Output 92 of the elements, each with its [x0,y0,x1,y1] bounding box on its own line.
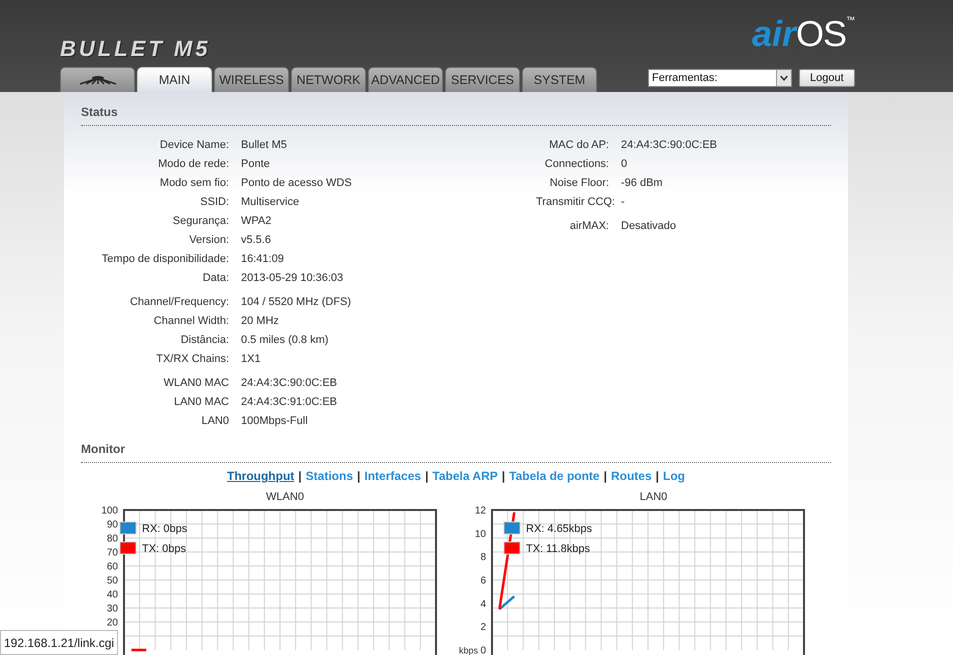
field-value: 16:41:09 [241,252,284,268]
tools-dropdown[interactable]: Ferramentas: [648,69,792,87]
field-label: LAN0 MAC [172,395,230,410]
field-label: Data: [202,271,230,286]
field-label: Tempo de disponibilidade: [100,252,230,268]
field-value: - [621,195,625,210]
field-label: Modo sem fio: [158,176,230,192]
monitor-link[interactable]: Tabela ARP [432,467,498,485]
field-label: Connections: [544,157,610,172]
y-axis-label: kbps [459,646,478,655]
field-value: Desativado [621,219,676,234]
field-label: TX/RX Chains: [155,352,230,368]
monitor-link[interactable]: Throughput [226,467,294,485]
field-value: Bullet M5 [241,138,287,154]
field-label: Channel Width: [152,314,230,330]
field-label: Channel/Frequency: [128,295,230,310]
link-separator: | [502,468,506,485]
link-separator: | [425,468,428,485]
legend-label: TX: 0bps [142,543,186,555]
y-tick-label: 12 [474,506,486,516]
field-value: 100Mbps-Full [241,414,308,430]
monitor-link[interactable]: Interfaces [364,467,422,485]
field-value: Ponto de acesso WDS [241,176,352,192]
link-separator: | [604,468,607,485]
y-tick-label: 90 [106,520,118,530]
field-value: 1X1 [241,352,261,368]
y-tick-label: 4 [480,598,486,610]
nav-tab[interactable]: ADVANCED [368,67,443,92]
link-separator: | [298,468,302,485]
legend-label: TX: 11.8kbps [526,543,590,555]
product-logo: BULLET M5 [60,35,210,63]
legend-label: RX: 4.65kbps [526,523,592,535]
field-label: Version: [188,233,230,248]
dropdown-caret-icon [776,70,791,86]
field-label: MAC do AP: [548,138,610,154]
field-value: 24:A4:3C:91:0C:EB [241,395,338,410]
os-logo: airOS™ [752,14,856,54]
field-label: Modo de rede: [157,157,230,172]
field-value: 0.5 miles (0.8 km) [241,333,328,348]
field-value: -96 dBm [621,176,663,192]
nav-tab[interactable]: SERVICES [445,67,520,92]
field-value: 20 MHz [241,314,279,330]
y-tick-label: 70 [106,548,118,558]
nav-tab[interactable]: NETWORK [291,67,366,92]
y-tick-label: 6 [480,576,486,586]
field-value: v5.5.6 [241,233,271,248]
field-value: 24:A4:3C:90:0C:EB [621,138,718,154]
field-value: 2013-05-29 10:36:03 [241,271,344,286]
section-heading: Monitor [81,442,125,456]
field-value: 0 [621,157,628,172]
y-tick-label: 100 [101,506,118,516]
field-label: SSID: [199,195,230,210]
section-heading: Status [81,105,118,119]
link-separator: | [656,468,659,485]
field-label: Device Name: [158,138,230,154]
chart-title: WLAN0 [265,490,304,503]
nav-tab[interactable]: SYSTEM [522,67,597,92]
field-value: 104 / 5520 MHz (DFS) [241,295,352,310]
nav-tab[interactable]: MAIN [137,67,212,92]
monitor-link[interactable]: Stations [306,467,353,485]
monitor-link[interactable]: Tabela de ponte [509,467,600,485]
y-tick-label: 30 [106,604,118,614]
y-tick-label: 40 [106,590,118,600]
y-tick-label: 8 [480,552,486,564]
antenna-logo-icon [78,75,118,85]
field-label: Transmitir CCQ: [536,195,616,210]
field-value: WPA2 [241,214,272,230]
y-tick-label: 20 [106,618,118,628]
legend-label: RX: 0bps [142,523,188,535]
y-tick-label: 2 [480,622,486,634]
y-tick-label: 60 [106,562,118,572]
field-value: 24:A4:3C:90:0C:EB [241,376,338,392]
link-separator: | [357,468,360,485]
field-label: Noise Floor: [548,176,610,192]
y-tick-label: 0 [480,646,486,655]
monitor-link[interactable]: Routes [610,467,652,485]
field-label: airMAX: [568,219,610,234]
status-bar: 192.168.1.21/link.cgi [0,630,118,655]
field-value: Ponte [241,157,270,172]
y-tick-label: 10 [474,528,486,540]
field-value: Multiservice [241,195,300,210]
field-label: LAN0 [200,414,230,430]
logout-button[interactable]: Logout [799,69,855,87]
home-tab[interactable] [60,67,135,92]
field-label: Segurança: [172,214,230,230]
field-label: WLAN0 MAC [162,376,230,392]
y-tick-label: 80 [106,534,118,544]
monitor-link[interactable]: Log [663,467,685,485]
y-tick-label: 50 [106,576,118,586]
nav-tab[interactable]: WIRELESS [214,67,289,92]
chart-title: LAN0 [638,490,668,503]
field-label: Distância: [180,333,230,348]
